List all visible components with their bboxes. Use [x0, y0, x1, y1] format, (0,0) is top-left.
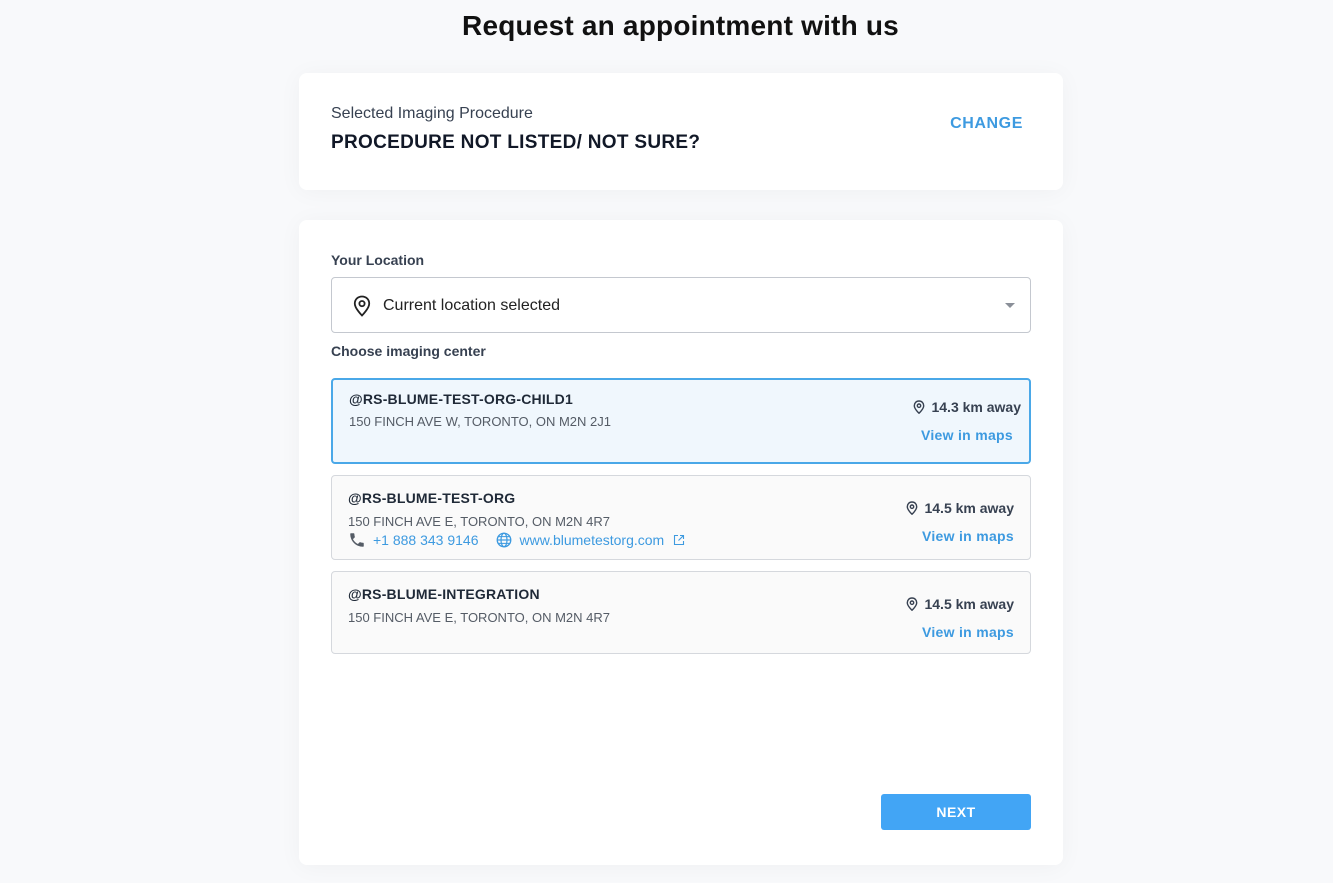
location-select-value: Current location selected — [383, 297, 560, 314]
view-in-maps-link[interactable]: View in maps — [922, 624, 1014, 640]
location-pin-icon — [907, 597, 918, 611]
location-pin-icon — [353, 295, 371, 317]
procedure-label: Selected Imaging Procedure — [331, 105, 533, 122]
center-distance-text: 14.5 km away — [924, 596, 1014, 612]
your-location-label: Your Location — [331, 252, 425, 268]
page-title: Request an appointment with us — [462, 10, 899, 41]
center-name: @RS-BLUME-INTEGRATION — [348, 586, 540, 602]
center-address: 150 FINCH AVE E, TORONTO, ON M2N 4R7 — [348, 610, 610, 625]
phone-icon — [350, 533, 364, 547]
center-phone-link[interactable]: +1 888 343 9146 — [348, 531, 479, 549]
center-name: @RS-BLUME-TEST-ORG — [348, 490, 516, 506]
center-address: 150 FINCH AVE W, TORONTO, ON M2N 2J1 — [349, 414, 611, 429]
external-link-icon — [674, 534, 685, 546]
center-distance: 14.5 km away — [905, 500, 1014, 516]
change-procedure-button[interactable]: CHANGE — [950, 115, 1023, 133]
center-phone: +1 888 343 9146 — [373, 532, 479, 548]
center-contact: +1 888 343 9146 www.blumetestorg.com — [348, 531, 685, 549]
location-pin-icon — [907, 501, 918, 515]
center-distance-text: 14.3 km away — [931, 399, 1021, 415]
imaging-center-option[interactable]: @RS-BLUME-TEST-ORG 150 FINCH AVE E, TORO… — [331, 475, 1031, 560]
center-distance-text: 14.5 km away — [924, 500, 1014, 516]
location-pin-icon — [914, 400, 925, 414]
view-in-maps-link[interactable]: View in maps — [921, 427, 1013, 443]
center-website: www.blumetestorg.com — [519, 532, 665, 548]
choose-center-label: Choose imaging center — [331, 343, 486, 359]
imaging-center-option[interactable]: @RS-BLUME-INTEGRATION 150 FINCH AVE E, T… — [331, 571, 1031, 654]
center-name: @RS-BLUME-TEST-ORG-CHILD1 — [349, 391, 573, 407]
chevron-down-icon — [1005, 303, 1015, 308]
procedure-value: PROCEDURE NOT LISTED/ NOT SURE? — [331, 132, 701, 153]
center-distance: 14.5 km away — [905, 596, 1014, 612]
view-in-maps-link[interactable]: View in maps — [922, 528, 1014, 544]
globe-icon — [496, 532, 511, 548]
center-distance: 14.3 km away — [912, 399, 1021, 415]
imaging-center-option[interactable]: @RS-BLUME-TEST-ORG-CHILD1 150 FINCH AVE … — [331, 378, 1031, 464]
next-button[interactable]: NEXT — [881, 794, 1031, 830]
center-address: 150 FINCH AVE E, TORONTO, ON M2N 4R7 — [348, 514, 610, 529]
location-select[interactable]: Current location selected — [331, 277, 1031, 333]
appointment-form-card: Your Location Current location selected … — [299, 220, 1063, 865]
center-website-link[interactable]: www.blumetestorg.com — [495, 531, 686, 549]
procedure-card: Selected Imaging Procedure PROCEDURE NOT… — [299, 73, 1063, 190]
